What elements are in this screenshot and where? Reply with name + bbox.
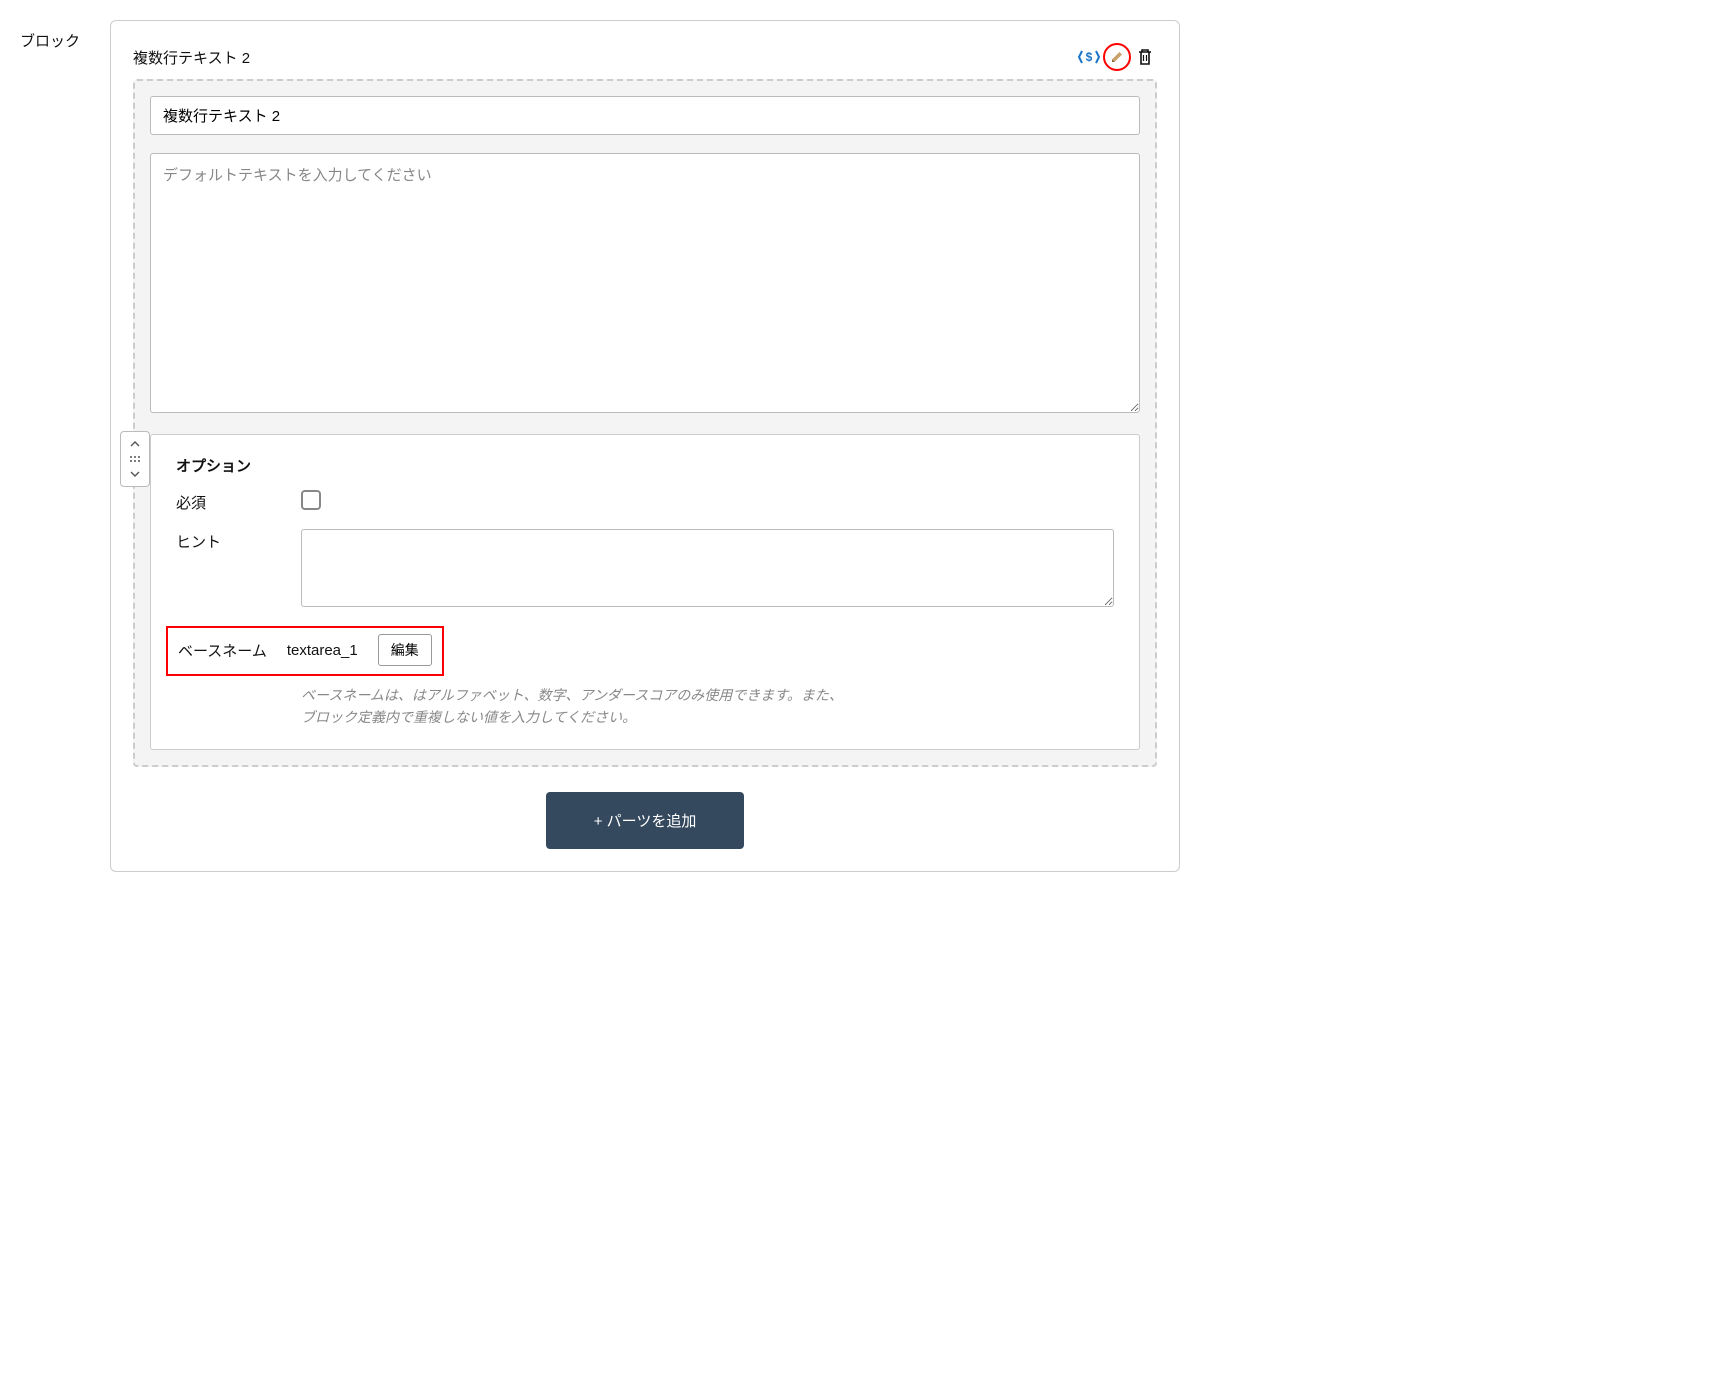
chevron-down-icon — [130, 470, 140, 478]
basename-highlight: ベースネーム textarea_1 編集 — [166, 626, 444, 676]
basename-value: textarea_1 — [287, 642, 358, 659]
hint-label: ヒント — [176, 529, 301, 552]
grip-icon — [129, 455, 141, 463]
drag-handle[interactable] — [120, 431, 150, 487]
block-title: 複数行テキスト 2 — [133, 47, 250, 68]
add-parts-button[interactable]: + パーツを追加 — [546, 792, 745, 849]
default-text-textarea[interactable] — [150, 153, 1140, 413]
chevron-up-icon — [130, 440, 140, 448]
basename-edit-button[interactable]: 編集 — [378, 634, 432, 666]
part-name-input[interactable] — [150, 96, 1140, 135]
basename-label: ベースネーム — [168, 640, 267, 661]
edit-icon[interactable] — [1103, 43, 1131, 71]
options-heading: オプション — [176, 455, 1114, 476]
svg-text:$: $ — [1086, 50, 1093, 64]
variable-icon[interactable]: $ — [1077, 45, 1101, 69]
hint-textarea[interactable] — [301, 529, 1114, 607]
trash-icon[interactable] — [1133, 45, 1157, 69]
required-checkbox[interactable] — [301, 490, 321, 510]
section-label: ブロック — [20, 20, 80, 872]
block-body: オプション 必須 ヒント — [133, 79, 1157, 767]
required-label: 必須 — [176, 490, 301, 513]
options-card: オプション 必須 ヒント — [150, 434, 1140, 750]
block-panel: 複数行テキスト 2 $ — [110, 20, 1180, 872]
basename-help-text: ベースネームは、はアルファベット、数字、アンダースコアのみ使用できます。また、ブ… — [176, 684, 856, 729]
block-action-icons: $ — [1077, 43, 1157, 71]
